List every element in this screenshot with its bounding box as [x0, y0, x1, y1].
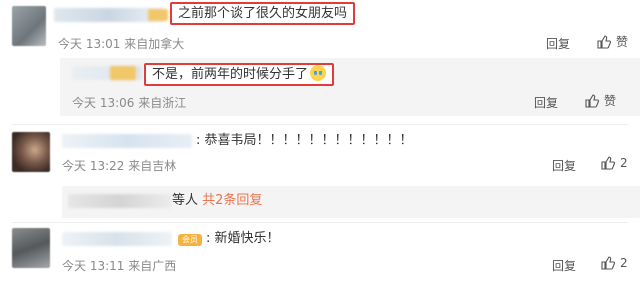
member-badge: 会员	[178, 234, 202, 246]
location: 来自加拿大	[124, 37, 185, 51]
comment-meta: 今天 13:11 来自广西	[62, 257, 176, 274]
comment-text: : 恭喜韦局！！！！！！！！！！！！	[196, 132, 413, 150]
comment-item: 会员 : 新婚快乐！ 今天 13:11 来自广西 回复 2	[0, 224, 640, 282]
divider	[12, 222, 628, 223]
location: 来自吉林	[128, 159, 177, 173]
like-button[interactable]: 赞	[584, 92, 616, 109]
like-count: 2	[620, 156, 628, 170]
view-replies-link[interactable]: 共2条回复	[202, 193, 262, 208]
highlight-box: 之前那个谈了很久的女朋友吗	[170, 2, 356, 25]
like-button[interactable]: 赞	[596, 33, 628, 50]
username[interactable]	[68, 194, 172, 208]
like-count: 2	[620, 256, 628, 270]
user-badge	[148, 9, 168, 21]
avatar[interactable]	[12, 132, 50, 172]
thumbs-up-icon	[597, 34, 612, 49]
colon: :	[206, 231, 215, 246]
avatar[interactable]	[12, 6, 46, 46]
comment-meta: 今天 13:01 来自加拿大	[58, 35, 184, 52]
username[interactable]	[62, 134, 192, 148]
comment-item: 之前那个谈了很久的女朋友吗 今天 13:01 来自加拿大 回复 赞	[0, 0, 640, 58]
reply-summary: 等人 共2条回复	[0, 186, 640, 218]
participant-names: 等人	[172, 193, 199, 208]
thumbs-up-icon	[601, 256, 616, 270]
timestamp: 今天 13:01	[58, 37, 121, 51]
crying-face-icon	[310, 65, 327, 81]
thumbs-up-icon	[585, 93, 600, 108]
location: 来自浙江	[138, 96, 187, 110]
comment-text-highlighted: 之前那个谈了很久的女朋友吗	[170, 2, 356, 25]
location: 来自广西	[128, 259, 177, 273]
reply-summary-text: 等人 共2条回复	[172, 192, 262, 210]
timestamp: 今天 13:11	[62, 259, 125, 273]
timestamp: 今天 13:22	[62, 159, 125, 173]
divider	[12, 124, 628, 125]
reply-button[interactable]: 回复	[546, 35, 570, 52]
user-badge	[110, 66, 136, 80]
reply-button[interactable]: 回复	[552, 157, 576, 174]
comment-text: : 新婚快乐！	[206, 230, 280, 248]
comment-text-highlighted: 不是，前两年的时候分手了	[144, 63, 335, 86]
username[interactable]	[62, 232, 172, 246]
reply-button[interactable]: 回复	[534, 94, 558, 111]
thumbs-up-icon	[601, 156, 616, 170]
comment-text: 不是，前两年的时候分手了	[152, 67, 309, 82]
like-button[interactable]: 2	[600, 255, 628, 271]
highlight-box: 不是，前两年的时候分手了	[144, 63, 335, 86]
comment-item: : 恭喜韦局！！！！！！！！！！！！ 今天 13:22 来自吉林 回复 2	[0, 126, 640, 184]
like-label: 赞	[604, 94, 617, 108]
comment-item: 不是，前两年的时候分手了 今天 13:06 来自浙江 回复 赞	[0, 58, 640, 116]
comment-meta: 今天 13:22 来自吉林	[62, 157, 176, 174]
comment-feed: 之前那个谈了很久的女朋友吗 今天 13:01 来自加拿大 回复 赞 不是，前两年…	[0, 0, 640, 282]
avatar[interactable]	[12, 228, 50, 268]
timestamp: 今天 13:06	[72, 96, 135, 110]
colon: :	[196, 133, 205, 148]
like-button[interactable]: 2	[600, 155, 628, 171]
comment-meta: 今天 13:06 来自浙江	[72, 94, 186, 111]
reply-button[interactable]: 回复	[552, 257, 576, 274]
comment-body: 恭喜韦局！！！！！！！！！！！！	[204, 133, 413, 148]
comment-body: 新婚快乐！	[214, 231, 280, 246]
like-label: 赞	[616, 35, 629, 49]
